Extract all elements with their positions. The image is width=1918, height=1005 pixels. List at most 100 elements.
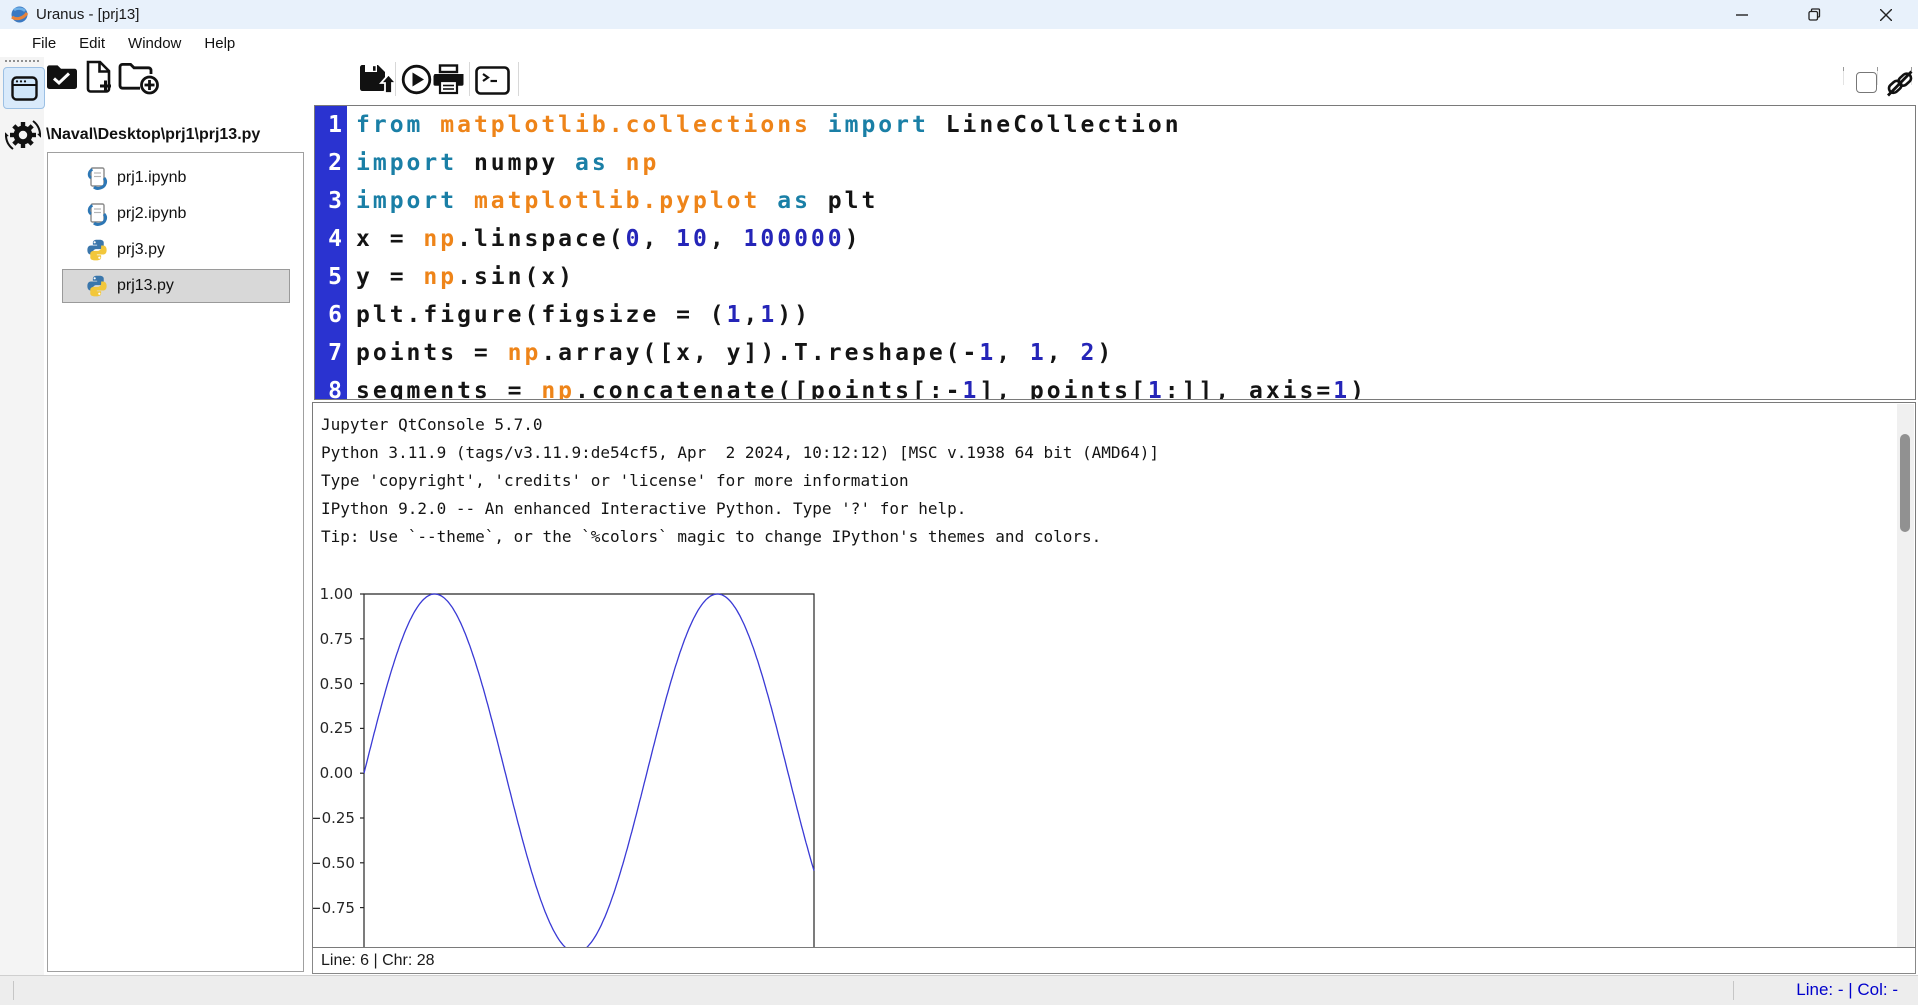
menu-separator xyxy=(1877,67,1878,85)
toolbar-separator xyxy=(395,62,396,96)
code-text: y = np.sin(x) xyxy=(347,264,575,290)
code-text: x = np.linspace(0, 10, 100000) xyxy=(347,226,862,252)
uranus-logo-icon xyxy=(10,5,29,24)
y-tick-label: −0.25 xyxy=(312,809,353,827)
menu-item-window[interactable]: Window xyxy=(124,33,185,54)
console-scrollbar[interactable] xyxy=(1897,404,1914,947)
folder-check-icon xyxy=(45,62,79,92)
unlink-button[interactable] xyxy=(1885,68,1915,99)
editor-option-checkbox[interactable] xyxy=(1856,72,1877,93)
menu-item-edit[interactable]: Edit xyxy=(75,33,109,54)
toolbar-drag-handle[interactable] xyxy=(5,60,39,62)
tree-item-prj3.py[interactable]: prj3.py xyxy=(62,233,290,267)
file-name: prj3.py xyxy=(117,241,165,259)
app-cursor-position: Line: - | Col: - xyxy=(1796,980,1898,1000)
menu-item-file[interactable]: File xyxy=(28,33,60,54)
menu-bar: File Edit Window Help xyxy=(0,29,1918,57)
editor-view-button[interactable] xyxy=(3,67,45,109)
save-button[interactable] xyxy=(358,62,396,96)
menu-items: File Edit Window Help xyxy=(28,33,254,54)
console-output-line: Tip: Use `--theme`, or the `%colors` mag… xyxy=(321,523,1159,551)
code-line-3[interactable]: 3import matplotlib.pyplot as plt xyxy=(315,182,1915,220)
line-number: 2 xyxy=(315,144,347,182)
file-name: prj1.ipynb xyxy=(117,169,186,187)
python-file-icon xyxy=(86,275,108,297)
title-bar: Uranus - [prj13] xyxy=(0,0,1918,29)
file-plus-icon xyxy=(84,58,114,96)
window-icon xyxy=(11,76,38,101)
plot-canvas xyxy=(331,586,831,948)
menu-item-help[interactable]: Help xyxy=(200,33,239,54)
console-banner: Jupyter QtConsole 5.7.0Python 3.11.9 (ta… xyxy=(321,411,1159,551)
code-line-6[interactable]: 6plt.figure(figsize = (1,1)) xyxy=(315,296,1915,334)
y-tick-label: 1.00 xyxy=(312,585,353,603)
terminal-icon xyxy=(475,66,510,95)
ipynb-file-icon xyxy=(86,166,108,190)
window-title: Uranus - [prj13] xyxy=(36,6,139,23)
y-tick-label: 0.50 xyxy=(312,675,353,693)
console-output-line: IPython 9.2.0 -- An enhanced Interactive… xyxy=(321,495,1159,523)
y-tick-label: 0.25 xyxy=(312,719,353,737)
app-window: Uranus - [prj13] FileEditWindowHel xyxy=(0,0,1918,1005)
settings-sync-button[interactable] xyxy=(3,112,43,158)
y-tick-label: −0.50 xyxy=(312,854,353,872)
console-output-line: Jupyter QtConsole 5.7.0 xyxy=(321,411,1159,439)
save-icon xyxy=(358,62,396,96)
line-number: 4 xyxy=(315,220,347,258)
matplotlib-plot: 1.000.750.500.250.00−0.25−0.50−0.75 xyxy=(331,586,831,948)
toolbar-separator xyxy=(469,62,470,96)
app-status-bar: Line: - | Col: - xyxy=(0,975,1918,1005)
line-number: 3 xyxy=(315,182,347,220)
line-number: 1 xyxy=(315,106,347,144)
cursor-position: Line: 6 | Chr: 28 xyxy=(321,952,435,970)
tree-item-prj1.ipynb[interactable]: prj1.ipynb xyxy=(62,161,290,195)
console-output-line: Python 3.11.9 (tags/v3.11.9:de54cf5, Apr… xyxy=(321,439,1159,467)
tree-item-prj13.py[interactable]: prj13.py xyxy=(62,269,290,303)
python-file-icon xyxy=(86,239,108,261)
code-line-5[interactable]: 5y = np.sin(x) xyxy=(315,258,1915,296)
restore-button[interactable] xyxy=(1785,0,1843,29)
code-text: plt.figure(figsize = (1,1)) xyxy=(347,302,811,328)
menu-separator xyxy=(1843,67,1844,85)
code-text: points = np.array([x, y]).T.reshape(-1, … xyxy=(347,340,1114,366)
line-number: 6 xyxy=(315,296,347,334)
code-text: from matplotlib.collections import LineC… xyxy=(347,112,1182,138)
terminal-button[interactable] xyxy=(475,66,510,95)
file-tree: prj1.ipynb prj2.ipynb prj3.py prj13.py xyxy=(47,152,304,972)
scrollbar-thumb[interactable] xyxy=(1900,434,1910,532)
minimize-button[interactable] xyxy=(1713,0,1771,29)
editor-status-bar: Line: 6 | Chr: 28 xyxy=(312,948,1916,974)
code-line-1[interactable]: 1from matplotlib.collections import Line… xyxy=(315,106,1915,144)
project-path: \Naval\Desktop\prj1\prj13.py xyxy=(46,126,304,144)
print-button[interactable] xyxy=(432,64,465,95)
run-button[interactable] xyxy=(401,64,432,95)
left-icon-strip xyxy=(0,57,44,975)
code-text: segments = np.concatenate([points[:-1], … xyxy=(347,378,1367,400)
y-tick-label: 0.00 xyxy=(312,764,353,782)
code-line-4[interactable]: 4x = np.linspace(0, 10, 100000) xyxy=(315,220,1915,258)
y-tick-label: −0.75 xyxy=(312,899,353,917)
open-project-button[interactable] xyxy=(45,62,79,92)
code-line-8[interactable]: 8segments = np.concatenate([points[:-1],… xyxy=(315,372,1915,400)
gear-sync-icon xyxy=(5,114,41,156)
code-text: import numpy as np xyxy=(347,150,659,176)
code-text: import matplotlib.pyplot as plt xyxy=(347,188,878,214)
run-icon xyxy=(401,64,432,95)
tree-item-prj2.ipynb[interactable]: prj2.ipynb xyxy=(62,197,290,231)
code-line-7[interactable]: 7points = np.array([x, y]).T.reshape(-1,… xyxy=(315,334,1915,372)
new-file-button[interactable] xyxy=(84,58,114,96)
console-output-line: Type 'copyright', 'credits' or 'license'… xyxy=(321,467,1159,495)
ipynb-file-icon xyxy=(86,202,108,226)
close-button[interactable] xyxy=(1857,0,1915,29)
folder-plus-icon xyxy=(118,60,160,96)
add-folder-button[interactable] xyxy=(118,60,160,96)
status-separator xyxy=(13,981,14,1000)
code-line-2[interactable]: 2import numpy as np xyxy=(315,144,1915,182)
code-editor[interactable]: 1from matplotlib.collections import Line… xyxy=(314,105,1916,400)
y-tick-label: 0.75 xyxy=(312,630,353,648)
line-number: 7 xyxy=(315,334,347,372)
file-name: prj13.py xyxy=(117,277,174,295)
qtconsole-pane[interactable]: Jupyter QtConsole 5.7.0Python 3.11.9 (ta… xyxy=(312,402,1916,948)
toolbar-separator xyxy=(518,62,519,96)
unlink-icon xyxy=(1885,68,1915,99)
